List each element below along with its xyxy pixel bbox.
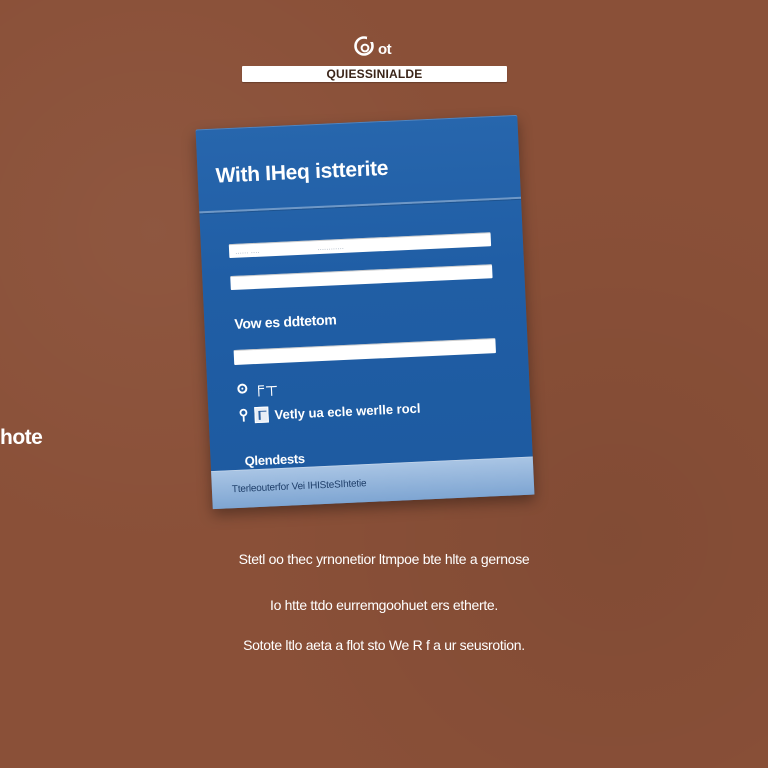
side-text: hote xyxy=(0,426,43,449)
checkbox[interactable] xyxy=(254,406,269,424)
description-line-1: Stetl oo thec yrnonetior ltmpoe bte hlte… xyxy=(238,551,530,567)
card-footer-label: Qlendests xyxy=(244,450,306,469)
option-row-1[interactable]: ╒ ┬ xyxy=(237,378,276,397)
pin-icon xyxy=(239,408,248,422)
card-footer-text: Tterleouterfor Vei IHISteSIhtetie xyxy=(231,478,367,496)
form-card: With IHeq istterite Vow es ddtetom ╒ ┬ V… xyxy=(195,114,535,510)
option-glyph: ╒ ┬ xyxy=(252,378,277,397)
radio-icon[interactable] xyxy=(237,382,248,394)
description-line-3: Sotote ltlo aeta a flot sto We R f a ur … xyxy=(243,637,525,653)
title-banner: QUIESSINIALDE xyxy=(242,66,507,82)
text-field-3[interactable] xyxy=(233,338,496,365)
section-label: Vow es ddtetom xyxy=(234,311,337,332)
brand-logo: ot xyxy=(352,32,392,60)
text-field-2[interactable] xyxy=(230,264,493,291)
option-label: Vetly ua ecle werlle rocl xyxy=(274,400,421,422)
text-field-1[interactable] xyxy=(228,232,492,259)
description-line-2: Io htte ttdo eurremgoohuet ers etherte. xyxy=(269,597,498,613)
banner-text: QUIESSINIALDE xyxy=(326,67,423,81)
card-title: With IHeq istterite xyxy=(215,156,389,188)
card-divider xyxy=(199,196,522,214)
logo-c-icon xyxy=(354,36,374,56)
brand-text: ot xyxy=(378,40,392,58)
option-row-2[interactable]: Vetly ua ecle werlle rocl xyxy=(238,400,421,424)
